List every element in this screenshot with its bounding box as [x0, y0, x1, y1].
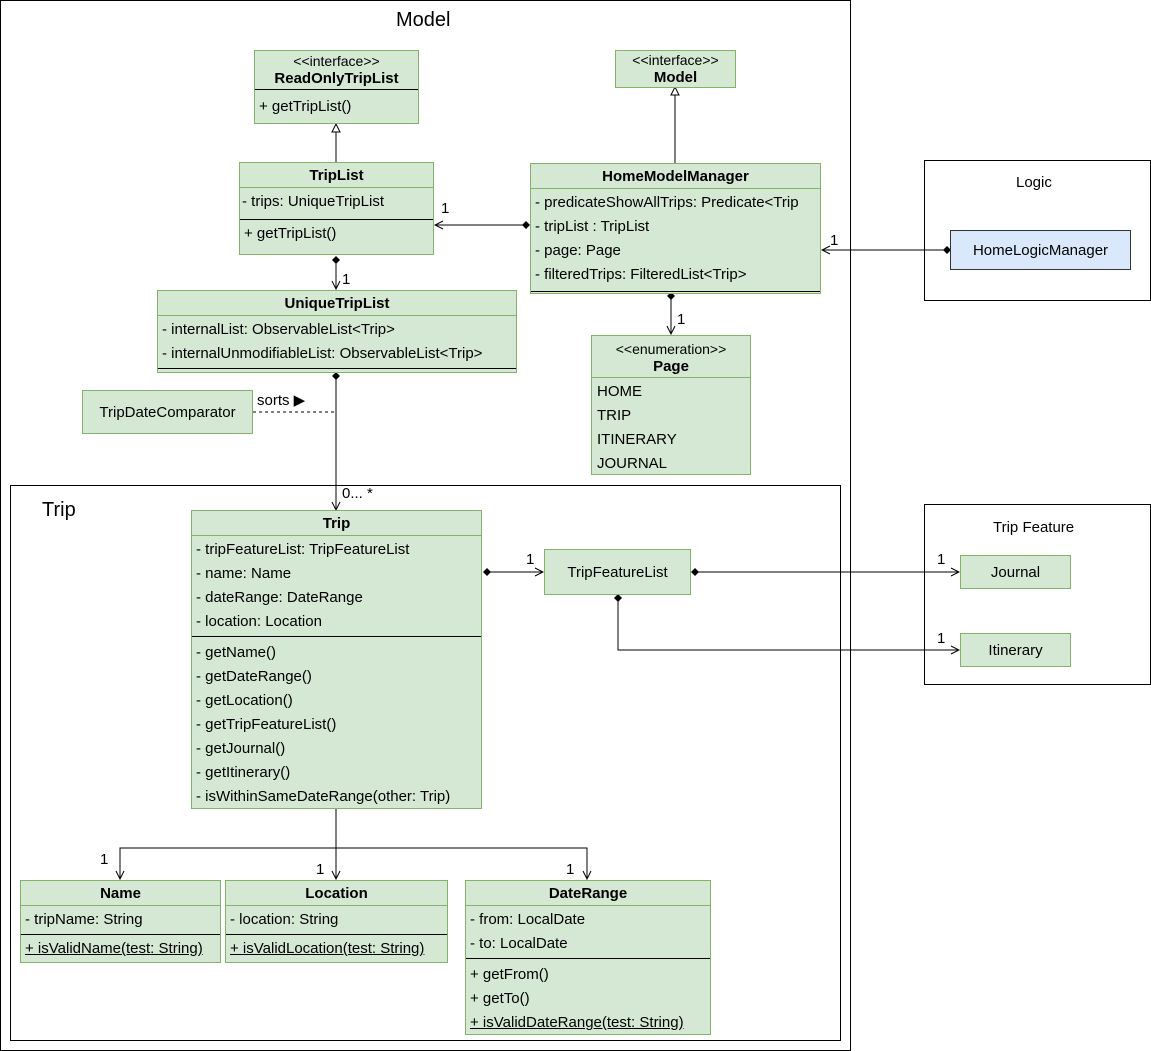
- class-name: Trip: [322, 515, 351, 532]
- method: + getFrom(): [470, 966, 549, 983]
- multiplicity-trip: 0... *: [342, 485, 373, 502]
- homemodelmanager-composes-page: [667, 292, 675, 334]
- class-tripdatecomparator[interactable]: TripDateComparator: [82, 390, 253, 434]
- homemodelmanager-composes-triplist: [435, 221, 530, 229]
- enum-page[interactable]: <<enumeration>> Page HOME TRIP ITINERARY…: [591, 335, 751, 475]
- class-name: UniqueTripList: [284, 295, 390, 312]
- class-model-interface[interactable]: <<interface>> Model: [615, 50, 736, 88]
- class-name: Model: [653, 69, 698, 86]
- stereotype-label: <<enumeration>>: [615, 341, 727, 357]
- multiplicity-daterange: 1: [566, 861, 575, 878]
- attribute: - dateRange: DateRange: [196, 589, 363, 606]
- sorts-label: sorts ▶: [257, 392, 306, 409]
- class-triplist[interactable]: TripList - trips: UniqueTripList + getTr…: [239, 162, 434, 255]
- class-homelogicmanager[interactable]: HomeLogicManager: [950, 230, 1131, 270]
- multiplicity-triplist: 1: [441, 200, 450, 217]
- homemodelmanager-implements-model: [670, 85, 680, 163]
- method: - getName(): [196, 644, 277, 661]
- class-name: TripFeatureList: [567, 563, 668, 581]
- class-name: Location: [305, 885, 368, 902]
- class-location[interactable]: Location - location: String + isValidLoc…: [225, 880, 448, 963]
- method: - getJournal(): [196, 740, 286, 757]
- class-trip[interactable]: Trip - tripFeatureList: TripFeatureList …: [191, 510, 482, 809]
- method: - getTripFeatureList(): [196, 716, 337, 733]
- attribute: - to: LocalDate: [470, 935, 568, 952]
- method: + getTo(): [470, 990, 530, 1007]
- attribute: - from: LocalDate: [470, 911, 586, 928]
- class-journal[interactable]: Journal: [960, 555, 1071, 589]
- class-name: Journal: [990, 563, 1041, 581]
- trip-composes-tripfeaturelist: [483, 568, 543, 576]
- class-name: HomeLogicManager: [972, 241, 1109, 259]
- static-method: + isValidName(test: String): [25, 940, 203, 957]
- attribute: - predicateShowAllTrips: Predicate<Trip: [535, 194, 799, 211]
- triplist-implements-readonlytriplist: [331, 122, 341, 162]
- multiplicity-tripfeaturelist: 1: [526, 551, 535, 568]
- multiplicity-journal: 1: [937, 551, 946, 568]
- class-daterange[interactable]: DateRange - from: LocalDate - to: LocalD…: [465, 880, 711, 1035]
- class-name: TripDateComparator: [99, 403, 236, 421]
- tripfeaturelist-composes-itinerary: [614, 594, 959, 650]
- class-uniquetriplist[interactable]: UniqueTripList - internalList: Observabl…: [157, 290, 517, 373]
- empty-methods-section: [531, 291, 820, 293]
- class-name: DateRange: [548, 885, 628, 902]
- multiplicity-location: 1: [316, 861, 325, 878]
- class-name: Itinerary: [988, 641, 1043, 659]
- attribute: - name: Name: [196, 565, 292, 582]
- class-name: TripList: [309, 167, 364, 184]
- multiplicity-page: 1: [677, 311, 686, 328]
- attribute: - tripFeatureList: TripFeatureList: [196, 541, 410, 558]
- class-tripfeaturelist[interactable]: TripFeatureList: [544, 549, 691, 595]
- multiplicity-uniquetriplist: 1: [342, 271, 351, 288]
- trip-associations-to-value-classes: [120, 808, 587, 879]
- homelogicmanager-composes-homemodelmanager: [822, 246, 951, 254]
- enum-value: JOURNAL: [597, 455, 668, 472]
- attribute: - internalUnmodifiableList: ObservableLi…: [162, 345, 483, 362]
- enum-value: ITINERARY: [597, 431, 677, 448]
- class-readonlytriplist[interactable]: <<interface>> ReadOnlyTripList + getTrip…: [254, 50, 419, 124]
- class-name: ReadOnlyTripList: [274, 70, 399, 87]
- enum-value: HOME: [597, 383, 642, 400]
- multiplicity-homemodelmanager: 1: [830, 232, 839, 249]
- attribute: - location: Location: [196, 613, 322, 630]
- static-method: + isValidLocation(test: String): [230, 940, 425, 957]
- uniquetriplist-composes-trip: [332, 372, 340, 510]
- attribute: - filteredTrips: FilteredList<Trip>: [535, 266, 747, 283]
- stereotype-label: <<interface>>: [632, 52, 719, 68]
- enum-value: TRIP: [597, 407, 632, 424]
- attribute: - tripList : TripList: [535, 218, 650, 235]
- method: + getTripList(): [259, 98, 352, 115]
- multiplicity-name: 1: [100, 851, 109, 868]
- class-homemodelmanager[interactable]: HomeModelManager - predicateShowAllTrips…: [530, 163, 821, 294]
- tripfeaturelist-composes-journal: [691, 568, 959, 576]
- attribute: - trips: UniqueTripList: [242, 193, 384, 210]
- method: - getDateRange(): [196, 668, 312, 685]
- static-method: + isValidDateRange(test: String): [470, 1014, 684, 1031]
- class-name: Name: [100, 885, 141, 902]
- attribute: - tripName: String: [25, 911, 143, 928]
- triplist-composes-uniquetriplist: [332, 256, 340, 289]
- method: - isWithinSameDateRange(other: Trip): [196, 788, 451, 805]
- method: + getTripList(): [244, 225, 337, 242]
- multiplicity-itinerary: 1: [937, 630, 946, 647]
- attribute: - page: Page: [535, 242, 621, 259]
- stereotype-label: <<interface>>: [293, 53, 380, 69]
- attribute: - internalList: ObservableList<Trip>: [162, 321, 395, 338]
- class-name-value[interactable]: Name - tripName: String + isValidName(te…: [20, 880, 221, 963]
- attribute: - location: String: [230, 911, 339, 928]
- method: - getLocation(): [196, 692, 293, 709]
- enum-name: Page: [653, 358, 689, 375]
- class-itinerary[interactable]: Itinerary: [960, 633, 1071, 667]
- empty-methods-section: [158, 368, 516, 369]
- method: - getItinerary(): [196, 764, 291, 781]
- class-name: HomeModelManager: [602, 168, 749, 185]
